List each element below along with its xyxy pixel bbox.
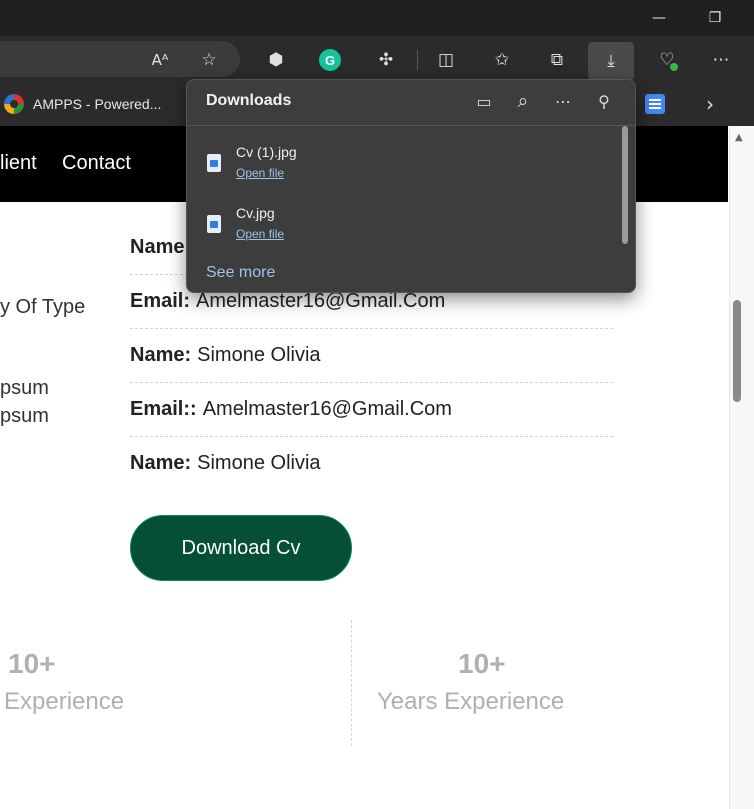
downloads-more-options-icon[interactable]: ⋯ xyxy=(550,88,576,114)
downloads-header: Downloads ▭ ⌕ ⋯ ⚲ xyxy=(187,80,635,126)
page-scrollbar[interactable] xyxy=(729,126,754,809)
image-file-icon xyxy=(207,154,221,172)
info-value: Amelmaster16@Gmail.Com xyxy=(196,290,446,312)
restore-icon[interactable]: ❐ xyxy=(692,0,738,36)
about-text-line: psum xyxy=(0,405,49,427)
download-file-name: Cv.jpg xyxy=(236,205,275,221)
open-downloads-folder-icon[interactable]: ▭ xyxy=(471,88,497,114)
info-label: Name: xyxy=(130,344,192,366)
stat-label: Experience xyxy=(4,688,125,715)
toolbar-separator xyxy=(417,50,418,70)
extensions-icon[interactable]: ✣ xyxy=(369,43,403,77)
stat-divider xyxy=(351,620,352,746)
image-file-icon xyxy=(207,215,221,233)
copilot-icon[interactable]: ⬢ xyxy=(259,43,293,77)
browser-health-icon[interactable]: ♡ xyxy=(650,43,684,77)
about-text-line: y Of Type xyxy=(0,296,86,318)
scroll-up-arrow-icon[interactable]: ▲ xyxy=(735,132,743,143)
downloads-title: Downloads xyxy=(206,92,292,109)
ampps-logo-icon xyxy=(4,94,24,114)
favorite-item-label: AMPPS - Powered... xyxy=(33,96,162,112)
favorites-icon[interactable]: ✩ xyxy=(485,43,519,77)
search-downloads-icon[interactable]: ⌕ xyxy=(510,88,536,114)
page-scroll-thumb[interactable] xyxy=(733,300,741,402)
downloads-scrollbar[interactable] xyxy=(622,126,628,244)
favorite-star-icon[interactable]: ☆ xyxy=(192,43,226,77)
see-more-link[interactable]: See more xyxy=(206,264,275,282)
title-bar: — ❐ xyxy=(0,0,754,36)
about-text-line: psum xyxy=(0,377,49,399)
info-row-email: Email:: Amelmaster16@Gmail.Com xyxy=(130,383,613,437)
info-row-name: Name: Simone Olivia xyxy=(130,437,613,490)
download-item[interactable]: Cv (1).jpg Open file xyxy=(187,136,623,192)
nav-link-contact[interactable]: Contact xyxy=(62,152,131,175)
info-label: Email: xyxy=(130,290,191,312)
stat-number: 10+ xyxy=(8,648,56,679)
download-cv-button[interactable]: Download Cv xyxy=(130,515,352,581)
info-label: Name: xyxy=(130,452,192,474)
info-value: Simone Olivia xyxy=(197,452,321,474)
health-ok-dot xyxy=(670,63,678,71)
open-file-link[interactable]: Open file xyxy=(236,166,284,180)
stat-number: 10+ xyxy=(458,648,506,679)
google-docs-icon[interactable] xyxy=(645,94,665,114)
read-aloud-icon[interactable]: Aᴬ xyxy=(143,43,177,77)
minimize-icon[interactable]: — xyxy=(636,0,682,36)
grammarly-icon[interactable]: G xyxy=(313,43,347,77)
favorite-item-ampps[interactable]: AMPPS - Powered... xyxy=(4,92,161,116)
download-item[interactable]: Cv.jpg Open file xyxy=(187,197,623,253)
grammarly-logo: G xyxy=(319,49,341,71)
favorites-overflow-chevron-icon[interactable]: › xyxy=(706,92,714,116)
nav-link-client[interactable]: lient xyxy=(0,152,37,175)
open-file-link[interactable]: Open file xyxy=(236,227,284,241)
collections-icon[interactable]: ⧉ xyxy=(540,43,574,77)
download-file-name: Cv (1).jpg xyxy=(236,144,297,160)
pin-downloads-icon[interactable]: ⚲ xyxy=(591,88,617,114)
info-value: Amelmaster16@Gmail.Com xyxy=(202,398,452,420)
info-label: Email:: xyxy=(130,398,197,420)
downloads-icon[interactable]: ⤓ xyxy=(588,42,634,80)
split-screen-icon[interactable]: ◫ xyxy=(429,43,463,77)
downloads-panel: Downloads ▭ ⌕ ⋯ ⚲ Cv (1).jpg Open file C… xyxy=(186,79,636,293)
info-row-name: Name: Simone Olivia xyxy=(130,329,613,383)
more-menu-icon[interactable]: ⋯ xyxy=(704,43,738,77)
stat-label: Years Experience xyxy=(377,688,565,715)
info-label: Name: xyxy=(130,236,192,258)
info-value: Simone Olivia xyxy=(197,344,321,366)
